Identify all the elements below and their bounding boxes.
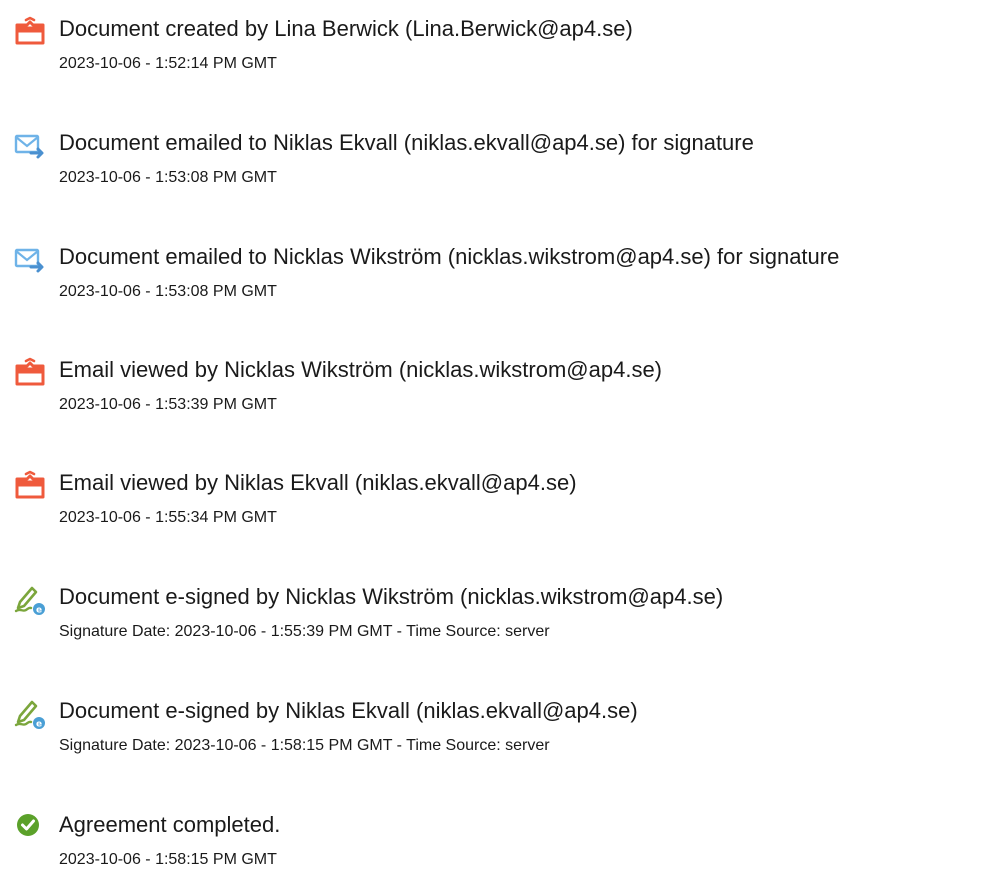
email-sent-icon xyxy=(12,244,48,280)
event-title: Agreement completed. xyxy=(59,812,281,837)
checkmark-circle-icon xyxy=(12,812,48,848)
event-title: Email viewed by Nicklas Wikström (nickla… xyxy=(59,357,663,382)
event-title: Document emailed to Niklas Ekvall (nikla… xyxy=(59,130,754,155)
event-title: Document e-signed by Nicklas Wikström (n… xyxy=(59,584,724,609)
event-signature-date: Signature Date: 2023-10-06 - 1:58:15 PM … xyxy=(59,737,550,754)
event-timestamp: 2023-10-06 - 1:52:14 PM GMT xyxy=(59,55,277,72)
document-created-icon xyxy=(12,16,48,52)
event-timestamp: 2023-10-06 - 1:53:08 PM GMT xyxy=(59,283,277,300)
event-timestamp: 2023-10-06 - 1:58:15 PM GMT xyxy=(59,851,277,868)
event-timestamp: 2023-10-06 - 1:53:08 PM GMT xyxy=(59,169,277,186)
event-timestamp: 2023-10-06 - 1:55:34 PM GMT xyxy=(59,509,277,526)
svg-text:e: e xyxy=(36,606,42,616)
event-timestamp: 2023-10-06 - 1:53:39 PM GMT xyxy=(59,396,277,413)
document-viewed-icon xyxy=(12,357,48,393)
svg-text:e: e xyxy=(36,720,42,730)
esign-pen-icon: e xyxy=(12,698,48,734)
event-title: Email viewed by Niklas Ekvall (niklas.ek… xyxy=(59,470,577,495)
event-signature-date: Signature Date: 2023-10-06 - 1:55:39 PM … xyxy=(59,623,550,640)
document-viewed-icon xyxy=(12,470,48,506)
event-title: Document emailed to Nicklas Wikström (ni… xyxy=(59,244,840,269)
email-sent-icon xyxy=(12,130,48,166)
event-title: Document created by Lina Berwick (Lina.B… xyxy=(59,16,633,41)
esign-pen-icon: e xyxy=(12,584,48,620)
event-title: Document e-signed by Niklas Ekvall (nikl… xyxy=(59,698,638,723)
